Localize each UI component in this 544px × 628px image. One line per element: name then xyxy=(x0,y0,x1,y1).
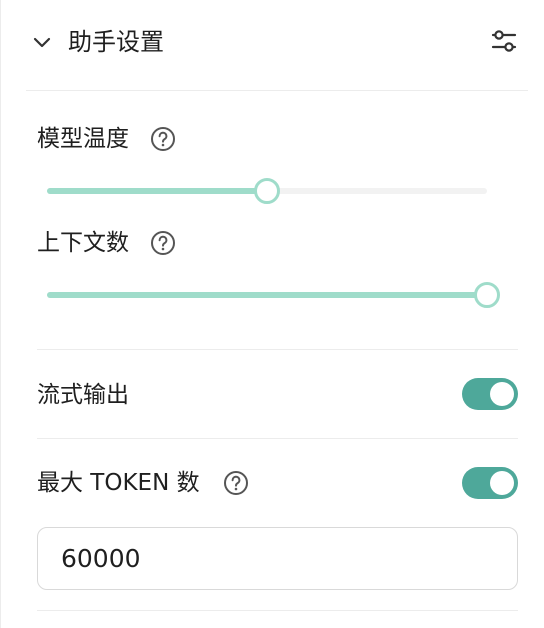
assistant-settings-header[interactable]: 助手设置 xyxy=(26,0,528,91)
context-count-slider-handle[interactable] xyxy=(474,282,500,308)
temperature-label: 模型温度 xyxy=(37,126,129,152)
max-token-label: 最大 TOKEN 数 xyxy=(37,470,200,496)
context-count-label: 上下文数 xyxy=(37,230,129,256)
sliders-settings-icon[interactable] xyxy=(490,27,518,55)
max-token-input[interactable] xyxy=(37,527,518,590)
temperature-help-icon[interactable] xyxy=(150,126,176,152)
toggle-knob xyxy=(490,471,514,495)
chevron-down-icon[interactable] xyxy=(32,32,52,52)
context-count-slider[interactable] xyxy=(47,282,500,308)
max-token-toggle[interactable] xyxy=(462,467,518,499)
temperature-slider-handle[interactable] xyxy=(254,178,280,204)
divider xyxy=(37,349,518,350)
stream-output-toggle[interactable] xyxy=(462,378,518,410)
divider xyxy=(37,610,518,611)
stream-output-label: 流式输出 xyxy=(37,382,129,408)
context-count-help-icon[interactable] xyxy=(150,230,176,256)
max-token-help-icon[interactable] xyxy=(223,470,249,496)
context-count-slider-fill xyxy=(47,292,487,298)
divider xyxy=(37,438,518,439)
panel-left-border xyxy=(0,0,1,628)
header-title: 助手设置 xyxy=(68,28,164,56)
toggle-knob xyxy=(490,382,514,406)
temperature-slider[interactable] xyxy=(47,178,487,204)
temperature-slider-fill xyxy=(47,188,267,194)
